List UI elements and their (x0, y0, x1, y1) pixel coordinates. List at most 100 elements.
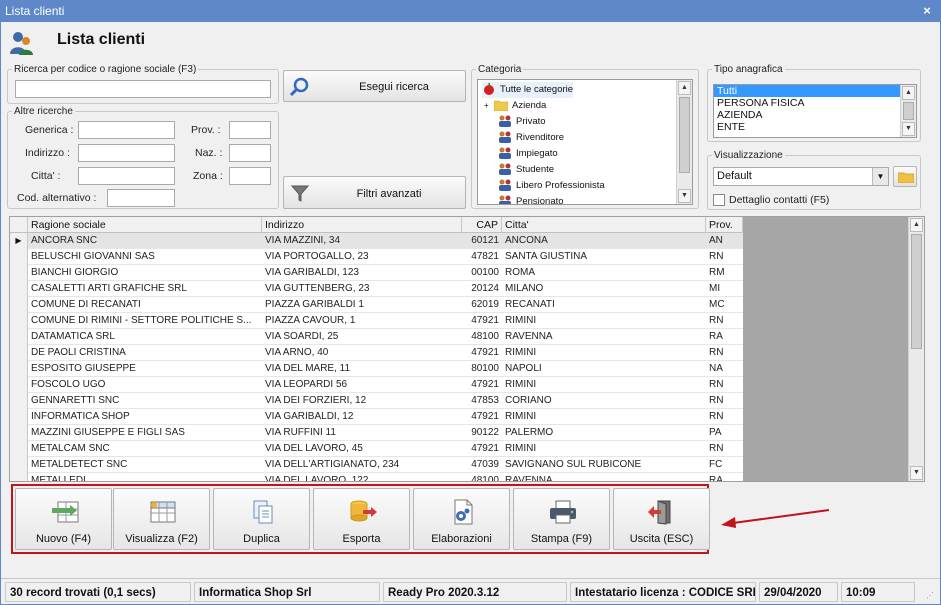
visualizza-button[interactable]: Visualizza (F2) (113, 488, 210, 550)
category-item-libero-professionista[interactable]: Libero Professionista (498, 178, 605, 194)
scroll-down-icon[interactable]: ▼ (910, 466, 923, 480)
scroll-up-icon[interactable]: ▲ (902, 86, 915, 100)
row-selector[interactable] (10, 329, 28, 345)
chevron-down-icon[interactable]: ▼ (872, 168, 888, 185)
category-item-impiegato[interactable]: Impiegato (498, 146, 558, 162)
row-selector[interactable] (10, 457, 28, 473)
duplica-button[interactable]: Duplica (213, 488, 310, 550)
duplica-label: Duplica (243, 533, 280, 545)
row-selector[interactable] (10, 313, 28, 329)
generica-input[interactable] (78, 121, 175, 139)
cell-prov: FC (709, 459, 723, 470)
cell-cap: 48100 (471, 475, 499, 482)
stampa-button[interactable]: Stampa (F9) (513, 488, 610, 550)
row-selector[interactable]: ▶ (10, 233, 28, 249)
filtri-avanzati-label: Filtri avanzati (356, 188, 422, 200)
cell-ragione: DE PAOLI CRISTINA (31, 347, 126, 358)
category-item-pensionato[interactable]: Pensionato (498, 194, 564, 204)
col-ragione-sociale[interactable]: Ragione sociale (28, 217, 262, 233)
category-item-all[interactable]: Tutte le categorie (482, 82, 574, 98)
esporta-button[interactable]: Esporta (313, 488, 410, 550)
cell-cap: 47921 (471, 347, 499, 358)
search-input[interactable] (15, 80, 271, 98)
scroll-down-icon[interactable]: ▼ (902, 122, 915, 136)
people-icon (499, 195, 511, 204)
row-selector[interactable] (10, 265, 28, 281)
cell-citta: NAPOLI (505, 363, 542, 374)
scroll-thumb[interactable] (903, 102, 914, 120)
zona-input[interactable] (229, 167, 271, 185)
col-cap[interactable]: CAP (462, 217, 502, 233)
tipo-item-tutti[interactable]: Tutti (714, 85, 900, 97)
cell-indirizzo: VIA DEL LAVORO, 45 (265, 443, 363, 454)
row-selector[interactable] (10, 425, 28, 441)
nuovo-button[interactable]: Nuovo (F4) (15, 488, 112, 550)
open-folder-button[interactable] (893, 166, 917, 187)
scroll-thumb[interactable] (679, 97, 690, 173)
clients-grid[interactable]: Ragione sociale Indirizzo CAP Citta' Pro… (9, 216, 925, 482)
row-selector[interactable] (10, 441, 28, 457)
category-item-studente[interactable]: Studente (498, 162, 554, 178)
row-selector[interactable] (10, 281, 28, 297)
category-item-rivenditore[interactable]: Rivenditore (498, 130, 564, 146)
indirizzo-input[interactable] (78, 144, 175, 162)
cell-prov: RN (709, 379, 724, 390)
cell-indirizzo: PIAZZA GARIBALDI 1 (265, 299, 364, 310)
search-button-label: Esegui ricerca (359, 81, 429, 93)
scroll-up-icon[interactable]: ▲ (678, 81, 691, 95)
cell-indirizzo: VIA PORTOGALLO, 23 (265, 251, 369, 262)
scroll-thumb[interactable] (911, 234, 922, 349)
cell-indirizzo: VIA RUFFINI 11 (265, 427, 336, 438)
row-selector[interactable] (10, 393, 28, 409)
tipo-scrollbar[interactable]: ▲ ▼ (900, 85, 916, 137)
tipo-item-ente[interactable]: ENTE (714, 121, 916, 133)
row-selector[interactable] (10, 297, 28, 313)
cell-prov: RN (709, 347, 724, 358)
visualizzazione-select[interactable]: Default ▼ (713, 167, 889, 186)
uscita-button[interactable]: Uscita (ESC) (613, 488, 710, 550)
row-selector[interactable] (10, 377, 28, 393)
cell-ragione: ANCORA SNC (31, 235, 98, 246)
new-record-icon (52, 501, 79, 523)
cod-alternativo-input[interactable] (107, 189, 175, 207)
naz-input[interactable] (229, 144, 271, 162)
col-citta[interactable]: Citta' (502, 217, 706, 233)
page-title: Lista clienti (57, 31, 146, 48)
row-selector[interactable] (10, 361, 28, 377)
cell-prov: RN (709, 395, 724, 406)
citta-input[interactable] (78, 167, 175, 185)
row-selector[interactable] (10, 345, 28, 361)
col-prov[interactable]: Prov. (706, 217, 743, 233)
cell-prov: RN (709, 411, 724, 422)
row-selector[interactable] (10, 473, 28, 481)
scroll-up-icon[interactable]: ▲ (910, 218, 923, 232)
status-license: Intestatario licenza : CODICE SRL (570, 582, 756, 602)
filtri-avanzati-button[interactable]: Filtri avanzati (283, 176, 466, 209)
category-item-privato[interactable]: Privato (498, 114, 546, 130)
close-icon[interactable]: × (919, 0, 935, 22)
cell-indirizzo: PIAZZA CAVOUR, 1 (265, 315, 356, 326)
grid-scrollbar[interactable]: ▲ ▼ (908, 217, 924, 481)
tipo-item-azienda[interactable]: AZIENDA (714, 109, 916, 121)
category-item-azienda[interactable]: + Azienda (484, 98, 546, 114)
prov-input[interactable] (229, 121, 271, 139)
tipo-listbox[interactable]: Tutti PERSONA FISICA AZIENDA ENTE ▲ ▼ (713, 84, 917, 138)
resize-grip-icon[interactable]: ⋰ (926, 591, 934, 600)
search-button[interactable]: Esegui ricerca (283, 70, 466, 102)
row-selector[interactable] (10, 249, 28, 265)
tipo-item-persona-fisica[interactable]: PERSONA FISICA (714, 97, 916, 109)
col-indirizzo[interactable]: Indirizzo (262, 217, 462, 233)
visualizzazione-legend: Visualizzazione (714, 150, 783, 161)
cell-ragione: BELUSCHI GIOVANNI SAS (31, 251, 155, 262)
cell-prov: MI (709, 283, 721, 294)
categoria-scrollbar[interactable]: ▲ ▼ (676, 80, 692, 204)
elaborazioni-button[interactable]: Elaborazioni (413, 488, 510, 550)
elaborazioni-label: Elaborazioni (431, 533, 492, 545)
row-selector[interactable] (10, 409, 28, 425)
cell-cap: 47921 (471, 379, 499, 390)
categoria-tree[interactable]: Tutte le categorie + Azienda Privato Rive… (477, 79, 693, 205)
dettaglio-contatti-checkbox[interactable] (713, 194, 725, 206)
scroll-down-icon[interactable]: ▼ (678, 189, 691, 203)
expand-icon[interactable]: + (484, 98, 494, 114)
window-title-bar: Lista clienti × (0, 0, 941, 22)
